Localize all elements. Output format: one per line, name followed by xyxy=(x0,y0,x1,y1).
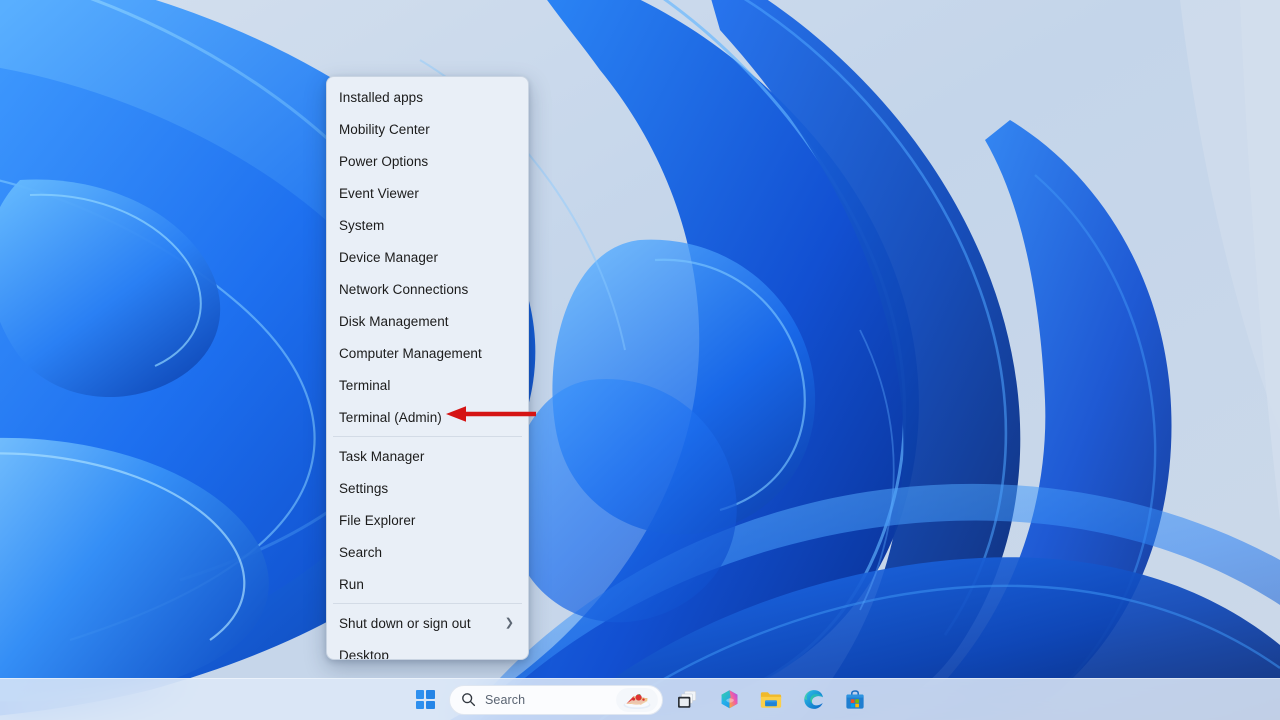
chevron-right-icon: ❯ xyxy=(504,616,514,629)
taskbar[interactable]: Search xyxy=(0,678,1280,720)
menu-item-desktop[interactable]: Desktop xyxy=(327,639,528,660)
file-explorer-button[interactable] xyxy=(753,683,789,717)
search-input[interactable]: Search xyxy=(449,684,663,715)
menu-item-label: Settings xyxy=(339,480,389,496)
menu-item-file-explorer[interactable]: File Explorer xyxy=(327,504,528,536)
menu-item-terminal-admin[interactable]: Terminal (Admin) xyxy=(327,401,528,433)
menu-item-label: Desktop xyxy=(339,647,389,660)
search-placeholder-text: Search xyxy=(485,692,526,707)
menu-item-installed-apps[interactable]: Installed apps xyxy=(327,81,528,113)
menu-item-label: Shut down or sign out xyxy=(339,615,471,631)
desktop-wallpaper xyxy=(0,0,1280,720)
store-bag-icon xyxy=(846,689,864,709)
menu-item-terminal[interactable]: Terminal xyxy=(327,369,528,401)
menu-item-shut-down-or-sign-out[interactable]: Shut down or sign out ❯ xyxy=(327,607,528,639)
menu-item-label: Event Viewer xyxy=(339,185,419,201)
menu-item-computer-management[interactable]: Computer Management xyxy=(327,337,528,369)
menu-item-label: Mobility Center xyxy=(339,121,430,137)
menu-item-label: Search xyxy=(339,544,383,560)
menu-item-run[interactable]: Run xyxy=(327,568,528,600)
folder-icon xyxy=(760,691,782,708)
menu-item-mobility-center[interactable]: Mobility Center xyxy=(327,113,528,145)
copilot-icon xyxy=(721,690,737,709)
menu-separator xyxy=(333,603,522,604)
microsoft-edge-button[interactable] xyxy=(795,683,831,717)
menu-item-label: System xyxy=(339,217,385,233)
menu-item-label: Terminal (Admin) xyxy=(339,409,442,425)
task-view-icon xyxy=(678,690,697,708)
menu-item-label: File Explorer xyxy=(339,512,416,528)
menu-item-label: Network Connections xyxy=(339,281,469,297)
menu-item-label: Device Manager xyxy=(339,249,438,265)
menu-item-label: Terminal xyxy=(339,377,391,393)
task-view-button[interactable] xyxy=(669,683,705,717)
microsoft-store-button[interactable] xyxy=(837,683,873,717)
menu-item-search[interactable]: Search xyxy=(327,536,528,568)
menu-item-network-connections[interactable]: Network Connections xyxy=(327,273,528,305)
desktop[interactable]: Installed apps Mobility Center Power Optio… xyxy=(0,0,1280,720)
menu-item-label: Computer Management xyxy=(339,345,482,361)
menu-item-task-manager[interactable]: Task Manager xyxy=(327,440,528,472)
menu-item-system[interactable]: System xyxy=(327,209,528,241)
menu-separator xyxy=(333,436,522,437)
bing-daily-image-strawberry-cake-icon[interactable] xyxy=(616,687,658,712)
menu-item-label: Run xyxy=(339,576,364,592)
edge-icon xyxy=(803,690,823,709)
menu-item-label: Task Manager xyxy=(339,448,425,464)
search-icon xyxy=(462,693,476,707)
taskbar-center-group[interactable]: Search xyxy=(407,683,873,717)
menu-item-label: Disk Management xyxy=(339,313,449,329)
menu-item-device-manager[interactable]: Device Manager xyxy=(327,241,528,273)
start-button[interactable] xyxy=(407,683,443,717)
menu-item-event-viewer[interactable]: Event Viewer xyxy=(327,177,528,209)
menu-item-label: Installed apps xyxy=(339,89,424,105)
menu-item-settings[interactable]: Settings xyxy=(327,472,528,504)
win-x-power-user-menu[interactable]: Installed apps Mobility Center Power Optio… xyxy=(326,76,529,660)
menu-item-label: Power Options xyxy=(339,153,429,169)
windows-logo-icon xyxy=(415,690,435,709)
copilot-button[interactable] xyxy=(711,683,747,717)
menu-item-power-options[interactable]: Power Options xyxy=(327,145,528,177)
menu-item-disk-management[interactable]: Disk Management xyxy=(327,305,528,337)
